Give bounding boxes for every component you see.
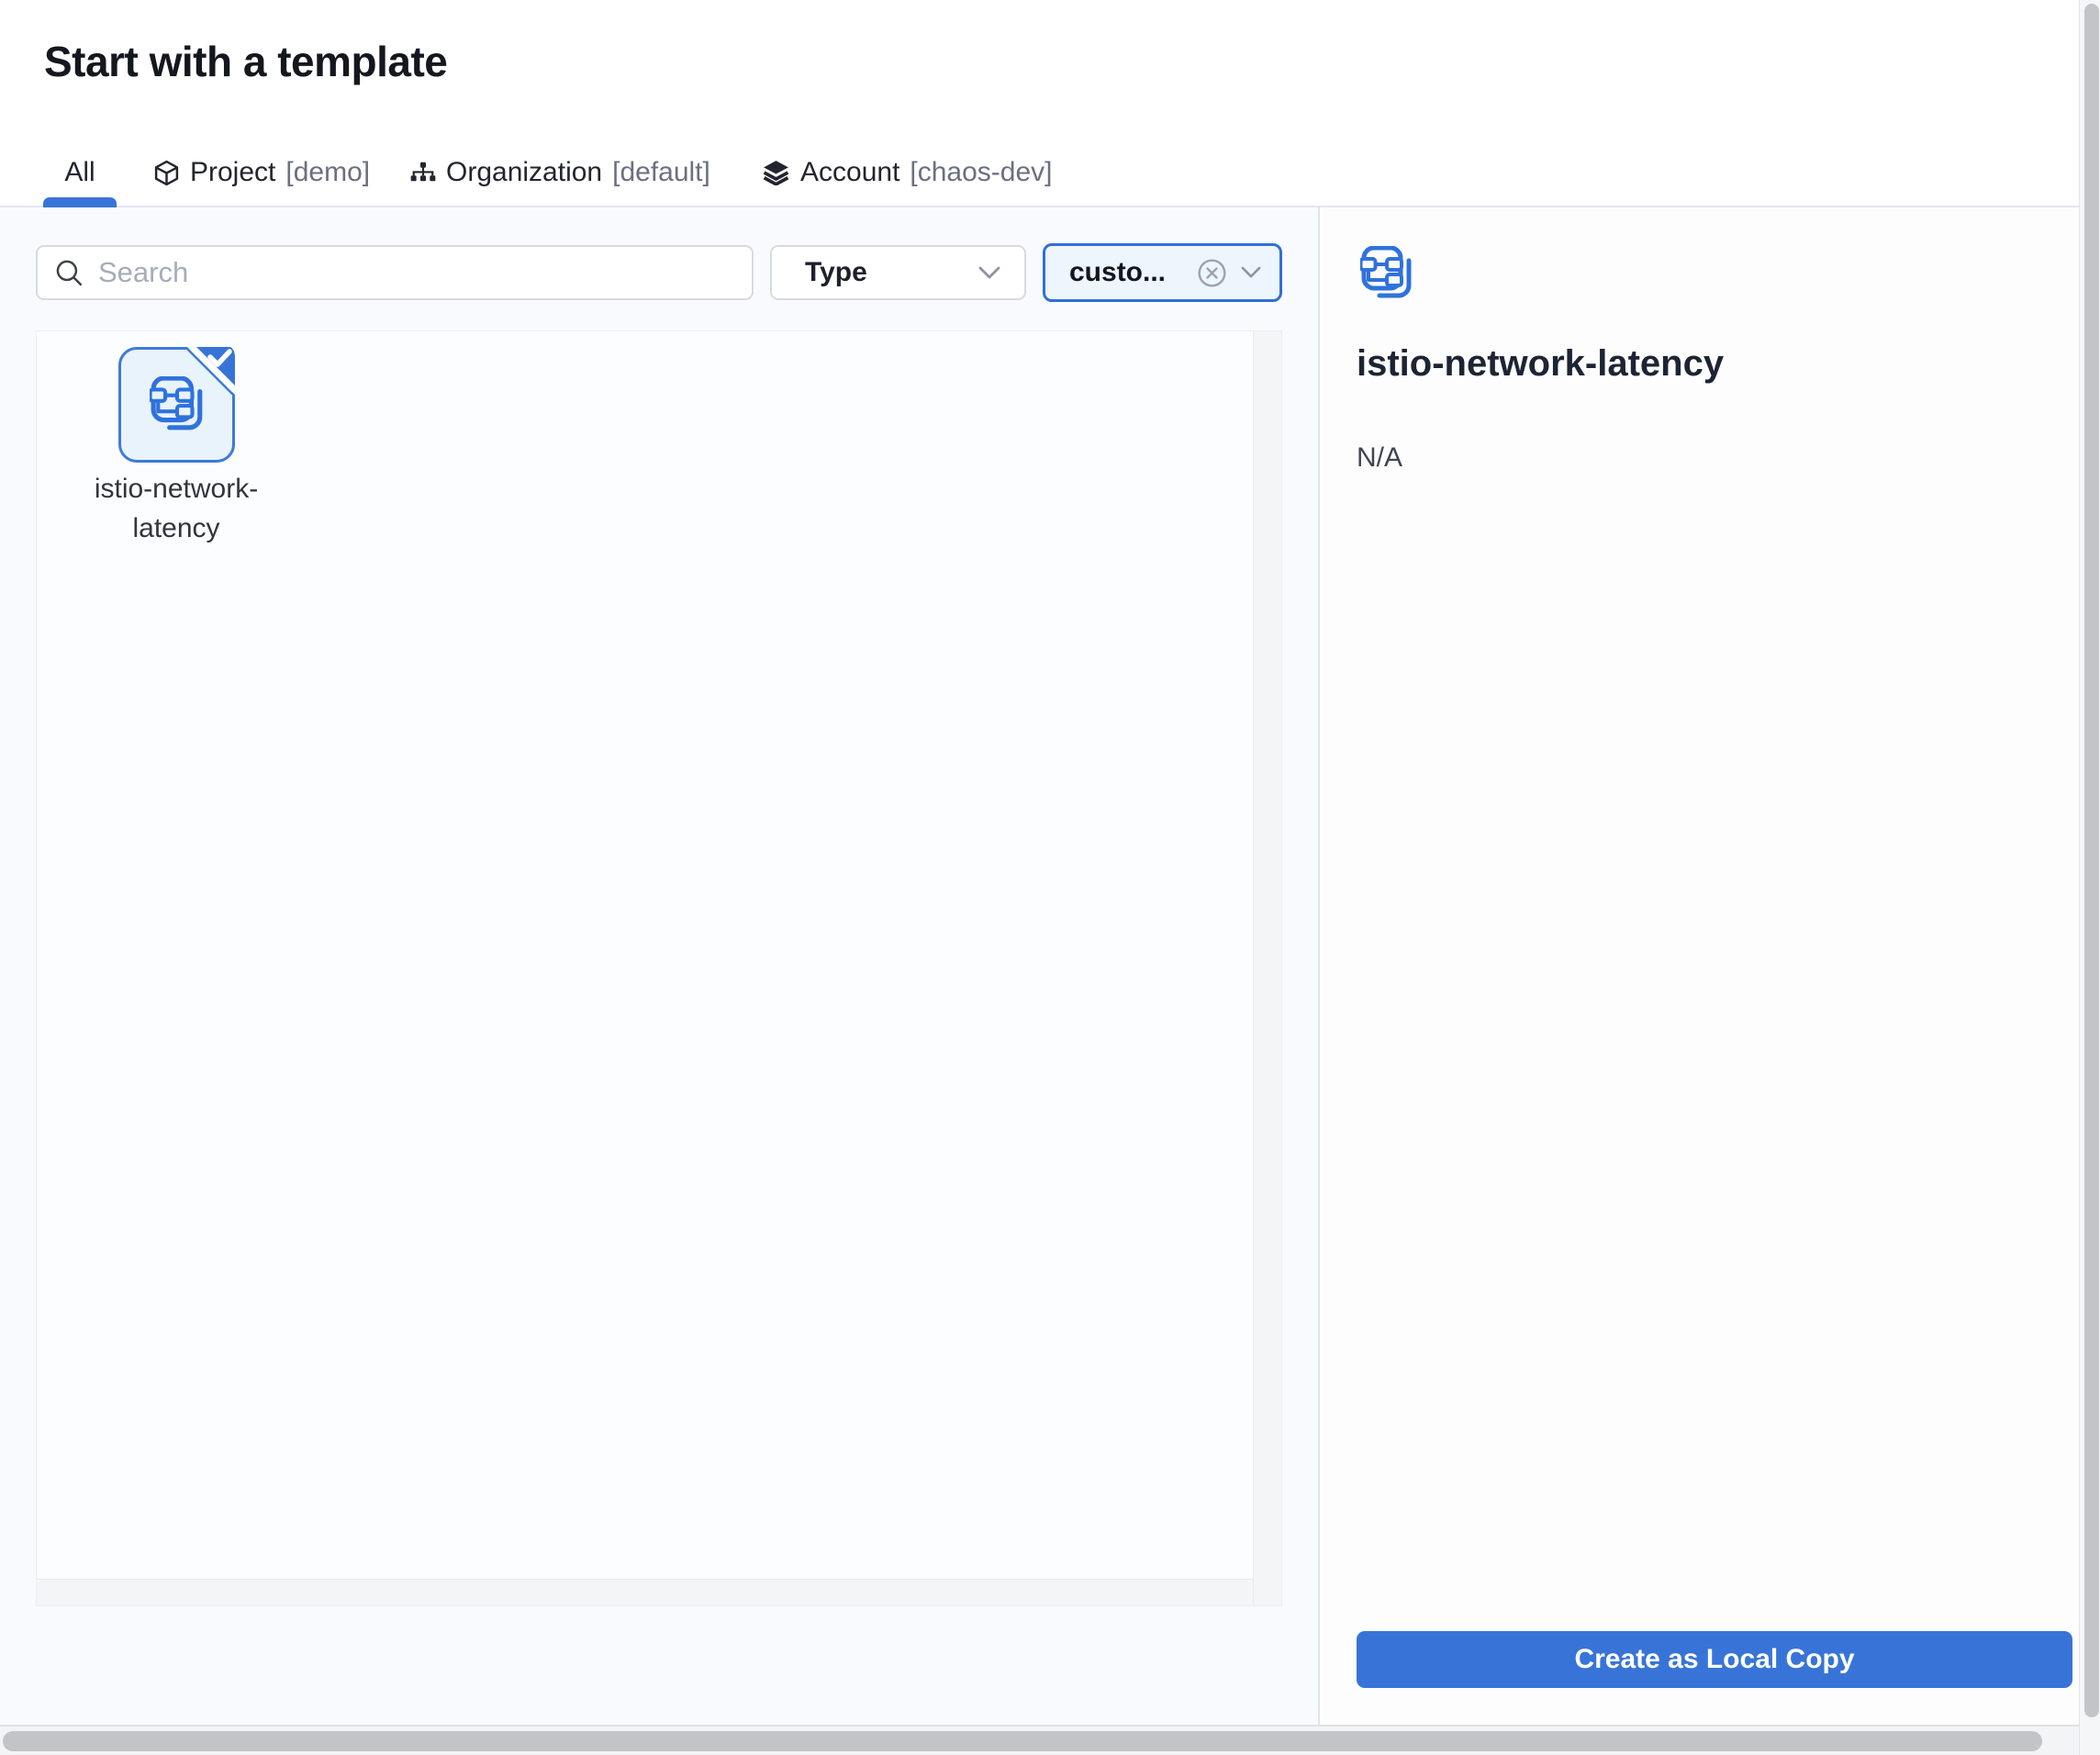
chevron-down-icon (1241, 266, 1261, 279)
selected-check-icon (187, 347, 235, 399)
template-grid: istio-network-latency (36, 330, 1282, 1606)
tab-account-scope: [chaos-dev] (910, 157, 1052, 188)
type-filter-label: Type (805, 257, 978, 288)
tab-project-scope: [demo] (285, 157, 370, 188)
template-icon (1360, 246, 1415, 306)
grid-horizontal-scrollbar[interactable] (37, 1579, 1253, 1605)
tab-project[interactable]: Project [demo] (153, 147, 370, 198)
custom-tag-filter-value: custo... (1069, 257, 1198, 288)
template-title: istio-network-latency (1357, 343, 1724, 385)
org-chart-icon (410, 162, 436, 184)
tab-organization[interactable]: Organization [default] (410, 147, 710, 198)
tab-account-label: Account (800, 157, 899, 188)
cube-icon (153, 160, 180, 186)
create-local-copy-button[interactable]: Create as Local Copy (1357, 1631, 2072, 1688)
custom-tag-filter-dropdown[interactable]: custo... (1043, 243, 1282, 302)
template-card-label: istio-network-latency (66, 469, 286, 548)
clear-filter-icon[interactable] (1198, 259, 1226, 287)
template-card[interactable] (118, 347, 235, 463)
search-input[interactable] (98, 256, 735, 289)
type-filter-dropdown[interactable]: Type (770, 245, 1026, 300)
search-box (36, 245, 754, 300)
tab-project-label: Project (190, 157, 275, 188)
template-details-panel (1320, 207, 2079, 1725)
vertical-scrollbar-thumb[interactable] (2084, 4, 2099, 1717)
layers-icon (762, 160, 790, 185)
template-description: N/A (1357, 442, 1402, 474)
tab-all[interactable]: All (43, 147, 117, 198)
grid-vertical-scrollbar[interactable] (1253, 331, 1281, 1605)
tab-organization-scope: [default] (612, 157, 710, 188)
tab-all-label: All (64, 157, 95, 188)
tab-account[interactable]: Account [chaos-dev] (762, 147, 1053, 198)
tab-organization-label: Organization (446, 157, 602, 188)
horizontal-scrollbar-thumb[interactable] (3, 1731, 2042, 1751)
chevron-down-icon (978, 266, 1000, 280)
page-title: Start with a template (44, 37, 447, 86)
search-icon (54, 258, 84, 288)
